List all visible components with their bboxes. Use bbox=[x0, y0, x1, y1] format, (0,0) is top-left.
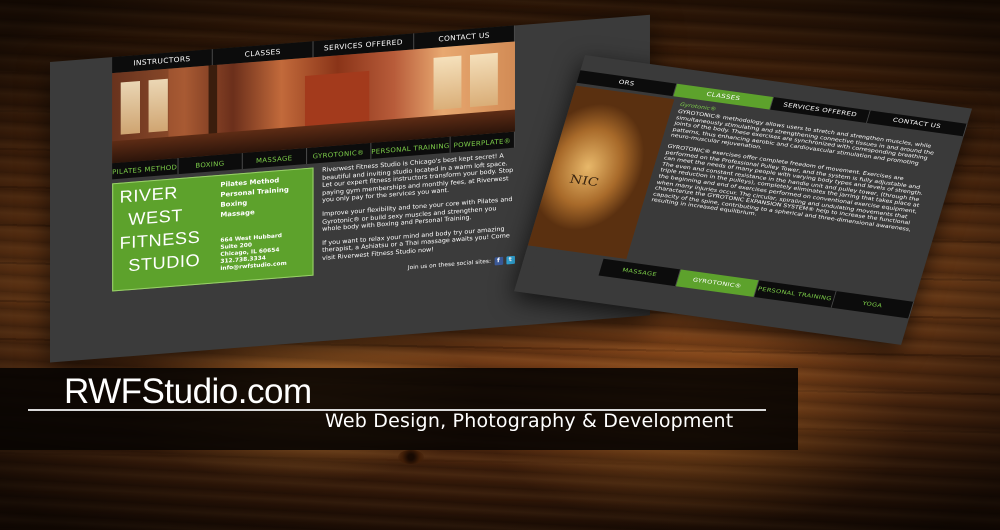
brand-name: RWFStudio.com bbox=[64, 372, 312, 411]
logo-word: WEST bbox=[128, 205, 183, 230]
tab-services-offered[interactable]: SERVICES OFFERED bbox=[770, 97, 871, 124]
logo-word: STUDIO bbox=[128, 250, 201, 276]
tab-massage[interactable]: MASSAGE bbox=[598, 258, 682, 287]
gyrotonic-text: GYROTONIC® methodology allows users to s… bbox=[649, 109, 943, 245]
twitter-icon[interactable]: t bbox=[505, 255, 515, 265]
logo-word: RIVER bbox=[119, 183, 178, 207]
tab-personal-training[interactable]: PERSONAL TRAINING bbox=[753, 280, 837, 308]
window-shape bbox=[469, 52, 498, 108]
photo-lettering: NIC bbox=[567, 171, 601, 190]
facebook-icon[interactable]: f bbox=[494, 256, 503, 266]
intro-text: Riverwest Fitness Studio is Chicago's be… bbox=[322, 152, 515, 269]
studio-address: 664 West Hubbard Suite 200 Chicago, IL 6… bbox=[220, 233, 286, 273]
tab-contact-us[interactable]: CONTACT US bbox=[866, 110, 968, 137]
window-shape bbox=[433, 55, 462, 110]
logo-word: FITNESS bbox=[119, 227, 201, 253]
tab-yoga[interactable]: YOGA bbox=[831, 291, 915, 319]
studio-logo-box: RIVER WEST FITNESS STUDIO Pilates Method… bbox=[112, 167, 314, 292]
tagline: Web Design, Photography & Development bbox=[325, 410, 734, 432]
logo-menu: Pilates Method Personal Training Boxing … bbox=[220, 174, 288, 219]
tab-gyrotonic[interactable]: GYROTONIC® bbox=[676, 269, 759, 297]
window-shape bbox=[120, 80, 140, 135]
window-shape bbox=[148, 78, 168, 133]
